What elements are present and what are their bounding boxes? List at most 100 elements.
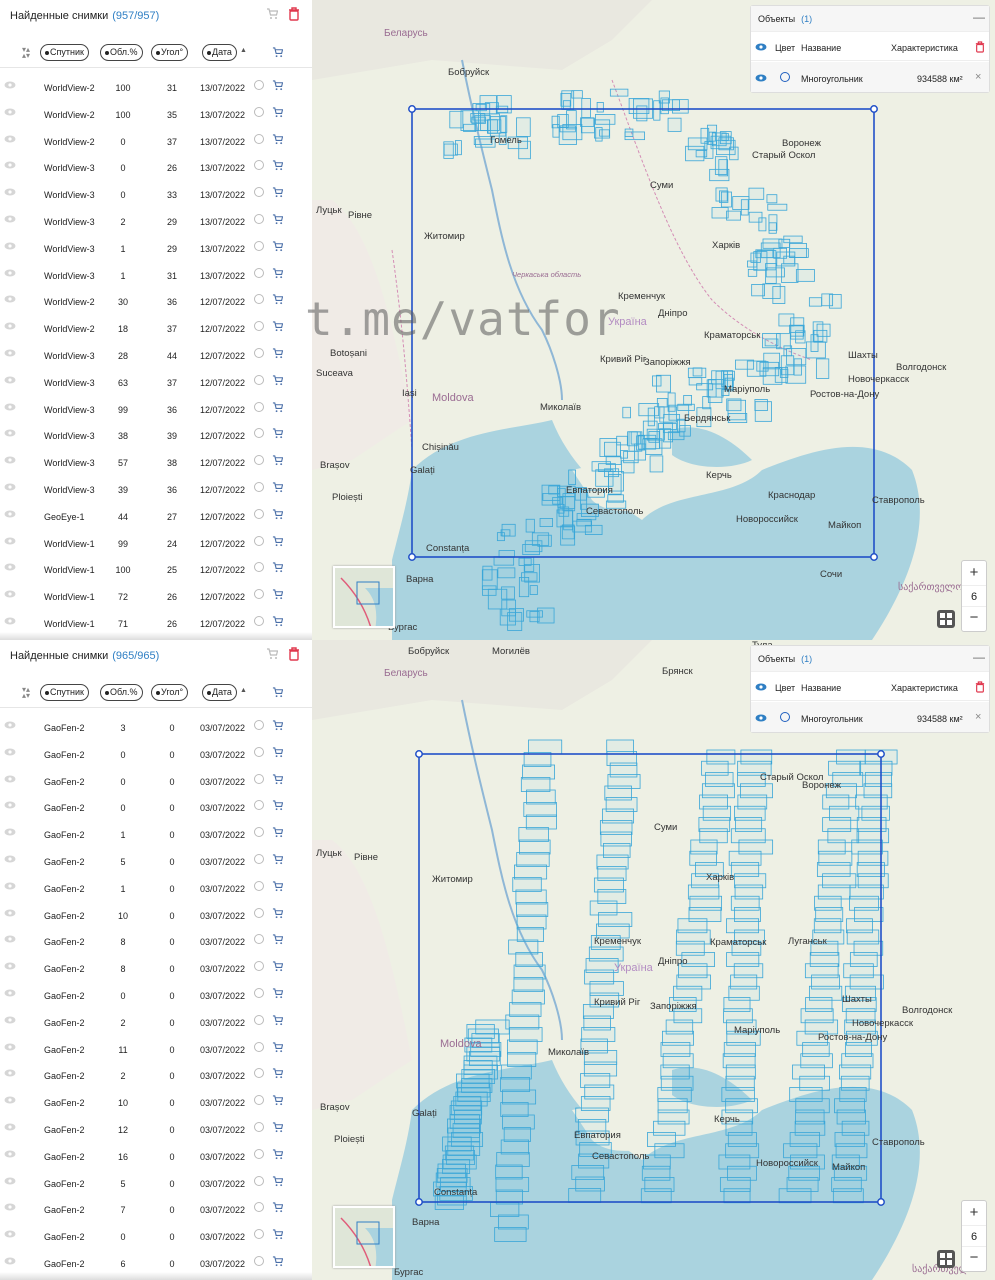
eye-icon[interactable] (4, 322, 16, 330)
eye-icon[interactable] (4, 349, 16, 357)
cart-icon[interactable] (272, 907, 283, 919)
table-row[interactable]: WorldView-2 30 36 12/07/2022 (0, 288, 312, 315)
info-icon[interactable] (254, 106, 264, 117)
table-row[interactable]: WorldView-3 0 33 13/07/2022 (0, 181, 312, 208)
column-satellite[interactable]: Спутник (40, 44, 89, 61)
cart-icon[interactable] (272, 133, 283, 145)
eye-icon[interactable] (4, 295, 16, 303)
table-row[interactable]: GaoFen-2 1 0 03/07/2022 (0, 821, 312, 848)
trash-icon[interactable] (288, 647, 300, 661)
layers-grid-icon[interactable] (937, 610, 955, 628)
info-icon[interactable] (254, 720, 264, 730)
eye-icon[interactable] (4, 1016, 16, 1024)
info-icon[interactable] (254, 535, 264, 546)
eye-icon[interactable] (4, 1096, 16, 1104)
table-row[interactable]: WorldView-3 39 36 12/07/2022 (0, 476, 312, 503)
eye-icon[interactable] (4, 510, 16, 518)
eye-icon[interactable] (4, 590, 16, 598)
info-icon[interactable] (254, 800, 264, 811)
info-icon[interactable] (254, 481, 264, 492)
table-row[interactable]: GaoFen-2 7 0 03/07/2022 (0, 1196, 312, 1223)
cart-icon[interactable] (272, 562, 283, 573)
cart-icon[interactable] (272, 616, 283, 627)
eye-icon[interactable] (4, 1257, 16, 1265)
info-icon[interactable] (254, 321, 264, 332)
table-row[interactable]: WorldView-2 100 31 13/07/2022 (0, 74, 312, 101)
column-cloud[interactable]: Обл.% (100, 684, 143, 701)
table-row[interactable]: WorldView-2 100 35 13/07/2022 (0, 101, 312, 128)
cart-icon[interactable] (272, 401, 283, 413)
cart-icon[interactable] (272, 720, 283, 731)
info-icon[interactable] (254, 374, 264, 385)
cart-icon[interactable] (272, 1229, 283, 1240)
table-row[interactable]: WorldView-3 1 29 13/07/2022 (0, 235, 312, 262)
eye-icon[interactable] (4, 215, 16, 223)
info-icon[interactable] (254, 1175, 264, 1186)
eye-icon[interactable] (4, 456, 16, 464)
close-icon[interactable]: × (975, 711, 981, 723)
eye-icon[interactable] (4, 135, 16, 143)
info-icon[interactable] (254, 213, 264, 224)
minimap[interactable] (333, 566, 395, 628)
eye-icon[interactable] (4, 962, 16, 970)
cart-icon[interactable] (272, 187, 283, 198)
info-icon[interactable] (254, 1148, 264, 1159)
cart-icon[interactable] (272, 773, 283, 785)
eye-icon[interactable] (4, 909, 16, 917)
color-swatch[interactable] (780, 72, 790, 82)
info-icon[interactable] (254, 1068, 264, 1079)
color-swatch[interactable] (780, 712, 790, 722)
close-icon[interactable]: × (975, 71, 981, 83)
info-icon[interactable] (254, 80, 264, 90)
table-row[interactable]: WorldView-1 72 26 12/07/2022 (0, 583, 312, 610)
info-icon[interactable] (254, 160, 264, 171)
cart-icon[interactable] (272, 589, 283, 600)
eye-icon[interactable] (4, 1177, 16, 1185)
eye-icon[interactable] (755, 74, 767, 82)
table-row[interactable]: GaoFen-2 0 0 03/07/2022 (0, 768, 312, 795)
info-icon[interactable] (254, 589, 264, 600)
info-icon[interactable] (254, 401, 264, 412)
eye-icon[interactable] (4, 989, 16, 997)
info-icon[interactable] (254, 987, 264, 998)
info-icon[interactable] (254, 267, 264, 278)
table-row[interactable]: WorldView-3 38 39 12/07/2022 (0, 422, 312, 449)
column-cloud[interactable]: Обл.% (100, 44, 143, 61)
info-icon[interactable] (254, 615, 264, 626)
cart-icon[interactable] (272, 509, 283, 520)
eye-icon[interactable] (4, 483, 16, 491)
cart-icon[interactable] (272, 107, 283, 118)
cart-icon[interactable] (272, 800, 283, 811)
eye-icon[interactable] (4, 1123, 16, 1131)
cart-icon[interactable] (272, 455, 283, 466)
table-row[interactable]: WorldView-2 0 37 13/07/2022 (0, 128, 312, 155)
info-icon[interactable] (254, 455, 264, 466)
eye-icon[interactable] (4, 801, 16, 809)
cart-icon[interactable] (272, 1256, 283, 1267)
cart-icon[interactable] (272, 214, 283, 225)
zoom-in-button[interactable]: + (962, 1201, 986, 1225)
minimize-icon[interactable]: — (973, 650, 985, 664)
aoi-polygon[interactable] (312, 640, 995, 1280)
eye-icon[interactable] (4, 161, 16, 169)
eye-icon[interactable] (4, 81, 16, 89)
table-row[interactable]: WorldView-2 18 37 12/07/2022 (0, 315, 312, 342)
table-row[interactable]: WorldView-3 28 44 12/07/2022 (0, 342, 312, 369)
eye-icon[interactable] (4, 882, 16, 890)
eye-icon[interactable] (4, 1230, 16, 1238)
cart-icon[interactable] (272, 1175, 283, 1187)
cart-icon[interactable] (272, 321, 283, 332)
info-icon[interactable] (254, 907, 264, 918)
cart-icon[interactable] (272, 1041, 283, 1053)
info-icon[interactable] (254, 240, 264, 251)
sort-toggle-icon[interactable]: ▾▴ ▴▾ (22, 46, 30, 60)
cart-icon[interactable] (272, 988, 283, 999)
table-row[interactable]: WorldView-1 99 24 12/07/2022 (0, 530, 312, 557)
table-row[interactable]: GeoEye-1 44 27 12/07/2022 (0, 503, 312, 530)
cart-icon[interactable] (272, 1015, 283, 1026)
info-icon[interactable] (254, 746, 264, 757)
table-row[interactable]: GaoFen-2 12 0 03/07/2022 (0, 1116, 312, 1143)
table-row[interactable]: GaoFen-2 10 0 03/07/2022 (0, 902, 312, 929)
eye-icon[interactable] (4, 376, 16, 384)
layers-grid-icon[interactable] (937, 1250, 955, 1268)
